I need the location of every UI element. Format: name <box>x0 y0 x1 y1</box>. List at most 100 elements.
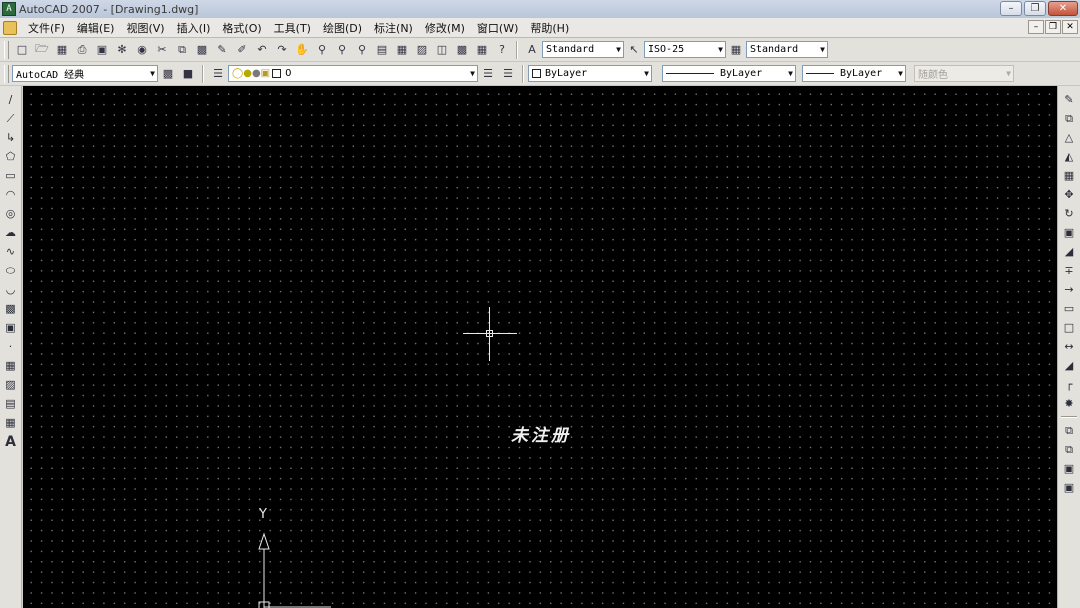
circle-icon[interactable]: ◎ <box>2 205 20 223</box>
doc-close-button[interactable]: ✕ <box>1062 20 1078 34</box>
3d-dwf-icon[interactable]: ◉ <box>134 42 150 58</box>
paste-icon[interactable]: ▩ <box>194 42 210 58</box>
toolbar-grip[interactable] <box>4 64 9 83</box>
design-center-icon[interactable]: ▦ <box>394 42 410 58</box>
help-icon[interactable]: ? <box>494 42 510 58</box>
plot-preview-icon[interactable]: ▣ <box>94 42 110 58</box>
menu-insert[interactable]: 插入(I) <box>171 20 217 36</box>
table-style-icon[interactable]: ▦ <box>728 42 744 58</box>
lineweight-select[interactable]: ByLayer ▼ <box>802 65 906 82</box>
draworder-front-icon[interactable]: ⧉ <box>1060 422 1078 440</box>
markup-icon[interactable]: ▩ <box>454 42 470 58</box>
text-style-icon[interactable]: A <box>524 42 540 58</box>
properties-icon[interactable]: ▤ <box>374 42 390 58</box>
ellipse-icon[interactable]: ⬭ <box>2 262 20 280</box>
spline-icon[interactable]: ∿ <box>2 243 20 261</box>
workspace-settings-icon[interactable]: ▩ <box>160 66 176 82</box>
table-style-select[interactable]: Standard ▼ <box>746 41 828 58</box>
minimize-button[interactable]: – <box>1000 1 1022 16</box>
match-properties-icon[interactable]: ✎ <box>214 42 230 58</box>
make-block-icon[interactable]: ▣ <box>2 319 20 337</box>
sheet-set-icon[interactable]: ◫ <box>434 42 450 58</box>
break-icon[interactable]: □ <box>1060 319 1078 337</box>
polyline-icon[interactable]: ↳ <box>2 129 20 147</box>
document-icon[interactable] <box>3 20 17 35</box>
hatch-icon[interactable]: ▦ <box>2 357 20 375</box>
stretch-icon[interactable]: ◢ <box>1060 243 1078 261</box>
calculator-icon[interactable]: ▦ <box>474 42 490 58</box>
line-icon[interactable]: ∕ <box>2 91 20 109</box>
erase-icon[interactable]: ✎ <box>1060 91 1078 109</box>
point-icon[interactable]: · <box>2 338 20 356</box>
insert-block-icon[interactable]: ▩ <box>2 300 20 318</box>
tool-palettes-icon[interactable]: ▨ <box>414 42 430 58</box>
draworder-above-icon[interactable]: ▣ <box>1060 460 1078 478</box>
undo-icon[interactable]: ↶ <box>254 42 270 58</box>
construction-line-icon[interactable]: ⟋ <box>2 110 20 128</box>
offset-icon[interactable]: ◭ <box>1060 148 1078 166</box>
menu-tools[interactable]: 工具(T) <box>268 20 317 36</box>
mirror-icon[interactable]: △ <box>1060 129 1078 147</box>
menu-edit[interactable]: 编辑(E) <box>71 20 121 36</box>
pan-icon[interactable]: ✋ <box>294 42 310 58</box>
block-editor-icon[interactable]: ✐ <box>234 42 250 58</box>
text-style-select[interactable]: Standard ▼ <box>542 41 624 58</box>
doc-minimize-button[interactable]: – <box>1028 20 1044 34</box>
zoom-window-icon[interactable]: ⚲ <box>334 42 350 58</box>
explode-icon[interactable]: ✸ <box>1060 395 1078 413</box>
menu-file[interactable]: 文件(F) <box>22 20 71 36</box>
move-icon[interactable]: ✥ <box>1060 186 1078 204</box>
copy-icon[interactable]: ⧉ <box>174 42 190 58</box>
layer-select[interactable]: ◯●●▣ 0 ▼ <box>228 65 478 82</box>
dim-style-icon[interactable]: ↖ <box>626 42 642 58</box>
acad-icon[interactable]: A <box>2 2 16 16</box>
open-icon[interactable]: 🗁 <box>34 42 50 58</box>
zoom-realtime-icon[interactable]: ⚲ <box>314 42 330 58</box>
revision-cloud-icon[interactable]: ☁ <box>2 224 20 242</box>
menu-format[interactable]: 格式(O) <box>216 20 267 36</box>
toolbar-grip[interactable] <box>4 40 9 59</box>
scale-icon[interactable]: ▣ <box>1060 224 1078 242</box>
join-icon[interactable]: ↔ <box>1060 338 1078 356</box>
doc-restore-button[interactable]: ❐ <box>1045 20 1061 34</box>
make-layer-current-icon[interactable]: ☰ <box>480 66 496 82</box>
cut-icon[interactable]: ✂ <box>154 42 170 58</box>
draworder-under-icon[interactable]: ▣ <box>1060 479 1078 497</box>
menu-dimension[interactable]: 标注(N) <box>368 20 419 36</box>
save-icon[interactable]: ▦ <box>54 42 70 58</box>
polygon-icon[interactable]: ⬠ <box>2 148 20 166</box>
multiline-text-icon[interactable]: A <box>2 433 20 451</box>
plot-icon[interactable]: ⎙ <box>74 42 90 58</box>
extend-icon[interactable]: → <box>1060 281 1078 299</box>
menu-help[interactable]: 帮助(H) <box>524 20 575 36</box>
arc-icon[interactable]: ◠ <box>2 186 20 204</box>
menu-view[interactable]: 视图(V) <box>120 20 170 36</box>
rectangle-icon[interactable]: ▭ <box>2 167 20 185</box>
menu-draw[interactable]: 绘图(D) <box>317 20 368 36</box>
dim-style-select[interactable]: ISO-25 ▼ <box>644 41 726 58</box>
color-select[interactable]: ByLayer ▼ <box>528 65 652 82</box>
layer-manager-icon[interactable]: ☰ <box>210 66 226 82</box>
publish-icon[interactable]: ✻ <box>114 42 130 58</box>
new-icon[interactable]: □ <box>14 42 30 58</box>
zoom-previous-icon[interactable]: ⚲ <box>354 42 370 58</box>
chamfer-icon[interactable]: ◢ <box>1060 357 1078 375</box>
trim-icon[interactable]: ∓ <box>1060 262 1078 280</box>
linetype-select[interactable]: ByLayer ▼ <box>662 65 796 82</box>
draworder-back-icon[interactable]: ⧉ <box>1060 441 1078 459</box>
close-button[interactable]: ✕ <box>1048 1 1078 16</box>
ellipse-arc-icon[interactable]: ◡ <box>2 281 20 299</box>
gradient-icon[interactable]: ▨ <box>2 376 20 394</box>
drawing-area[interactable]: 未注册 Y X <box>23 86 1057 608</box>
break-at-point-icon[interactable]: ▭ <box>1060 300 1078 318</box>
restore-button[interactable]: ❐ <box>1024 1 1046 16</box>
workspace-select[interactable]: AutoCAD 经典 ▼ <box>12 65 158 82</box>
menu-modify[interactable]: 修改(M) <box>419 20 471 36</box>
copy-object-icon[interactable]: ⧉ <box>1060 110 1078 128</box>
layer-previous-icon[interactable]: ☰ <box>500 66 516 82</box>
region-icon[interactable]: ▤ <box>2 395 20 413</box>
redo-icon[interactable]: ↷ <box>274 42 290 58</box>
rotate-icon[interactable]: ↻ <box>1060 205 1078 223</box>
save-workspace-icon[interactable]: ■ <box>180 66 196 82</box>
array-icon[interactable]: ▦ <box>1060 167 1078 185</box>
